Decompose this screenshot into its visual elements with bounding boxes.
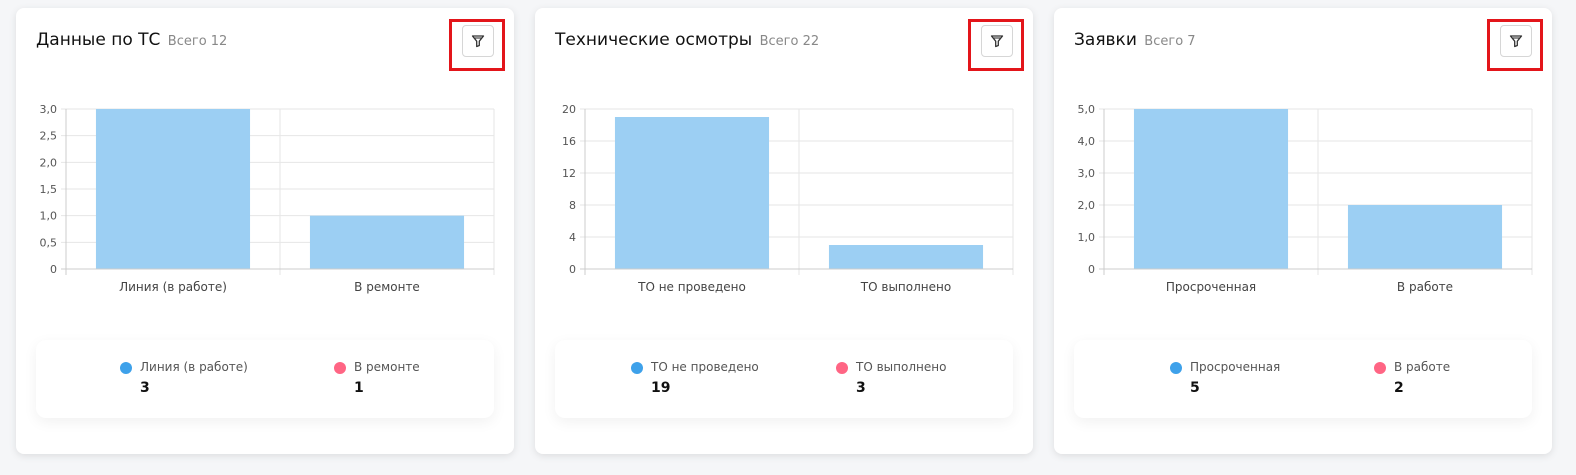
legend-summary: ТО не проведено 19 ТО выполнено 3	[555, 340, 1013, 418]
y-tick-label: 2,5	[40, 130, 58, 143]
card-title: Данные по ТС Всего 12	[36, 30, 227, 50]
chart-card: Технические осмотры Всего 22 0 4 8 12 16 20 ТО …	[535, 8, 1033, 454]
bar[interactable]	[828, 245, 984, 269]
legend-dot-icon	[1374, 362, 1386, 374]
card-title-text: Данные по ТС	[36, 30, 161, 50]
legend-label: ТО выполнено	[856, 360, 947, 374]
legend-dot-icon	[631, 362, 643, 374]
legend-value: 5	[1190, 380, 1200, 396]
x-category-label: ТО выполнено	[860, 280, 951, 294]
bar[interactable]	[95, 109, 251, 269]
y-tick-label: 12	[562, 167, 576, 180]
funnel-icon	[990, 35, 1004, 48]
bar[interactable]	[1347, 205, 1503, 269]
y-tick-label: 0	[50, 263, 57, 276]
filter-button[interactable]	[981, 25, 1013, 57]
filter-button[interactable]	[1500, 25, 1532, 57]
card-total: Всего 12	[167, 34, 228, 49]
bar-chart: 0 0,5 1,0 1,5 2,0 2,5 3,0 Линия (в работе) В рем…	[40, 103, 495, 294]
card-total: Всего 7	[1144, 34, 1196, 49]
card-title: Технические осмотры Всего 22	[555, 30, 819, 50]
y-tick-label: 0,5	[40, 236, 58, 249]
funnel-icon	[1509, 35, 1523, 48]
y-tick-label: 16	[562, 135, 576, 148]
x-category-label: ТО не проведено	[637, 280, 746, 294]
legend-value: 3	[140, 380, 150, 396]
legend-summary: Линия (в работе) 3 В ремонте 1	[36, 340, 494, 418]
x-category-label: В ремонте	[354, 280, 420, 294]
legend-value: 3	[856, 380, 866, 396]
funnel-icon	[471, 35, 485, 48]
y-tick-label: 0	[569, 263, 576, 276]
legend-dot-icon	[836, 362, 848, 374]
legend-dot-icon	[1170, 362, 1182, 374]
bar[interactable]	[309, 215, 465, 269]
legend-label: Просроченная	[1190, 360, 1281, 374]
y-tick-label: 20	[562, 103, 576, 116]
filter-button[interactable]	[462, 25, 494, 57]
legend-label: В работе	[1394, 360, 1451, 374]
legend-dot-icon	[120, 362, 132, 374]
y-tick-label: 4,0	[1078, 135, 1096, 148]
bar[interactable]	[614, 117, 770, 269]
card-title-text: Технические осмотры	[555, 30, 753, 50]
card-title: Заявки Всего 7	[1074, 30, 1196, 50]
bar-chart: 0 1,0 2,0 3,0 4,0 5,0 Просроченная В работе	[1078, 103, 1533, 294]
legend-value: 19	[651, 380, 671, 396]
y-tick-label: 5,0	[1078, 103, 1096, 116]
y-tick-label: 2,0	[1078, 199, 1096, 212]
legend-dot-icon	[334, 362, 346, 374]
legend-label: В ремонте	[354, 360, 420, 374]
x-category-label: Линия (в работе)	[119, 280, 227, 294]
y-tick-label: 1,5	[40, 183, 58, 196]
bar[interactable]	[1133, 109, 1289, 269]
chart-card: Данные по ТС Всего 12 0 0,5 1,0 1,5 2,0 2,5 3,0…	[16, 8, 514, 454]
y-tick-label: 8	[569, 199, 576, 212]
chart-card: Заявки Всего 7 0 1,0 2,0 3,0 4,0 5,0 Просроченн…	[1054, 8, 1552, 454]
y-tick-label: 3,0	[40, 103, 58, 116]
bar-chart: 0 4 8 12 16 20 ТО не проведено ТО выполнено	[562, 103, 1014, 294]
x-category-label: В работе	[1397, 280, 1453, 294]
y-tick-label: 2,0	[40, 156, 58, 169]
legend-summary: Просроченная 5 В работе 2	[1074, 340, 1532, 418]
legend-label: Линия (в работе)	[140, 360, 248, 374]
y-tick-label: 1,0	[40, 210, 58, 223]
legend-value: 1	[354, 380, 364, 396]
y-tick-label: 0	[1088, 263, 1095, 276]
y-tick-label: 4	[569, 231, 576, 244]
y-tick-label: 3,0	[1078, 167, 1096, 180]
legend-label: ТО не проведено	[651, 360, 759, 374]
y-tick-label: 1,0	[1078, 231, 1096, 244]
x-category-label: Просроченная	[1166, 280, 1256, 294]
legend-value: 2	[1394, 380, 1404, 396]
card-title-text: Заявки	[1074, 30, 1137, 50]
card-total: Всего 22	[759, 34, 820, 49]
